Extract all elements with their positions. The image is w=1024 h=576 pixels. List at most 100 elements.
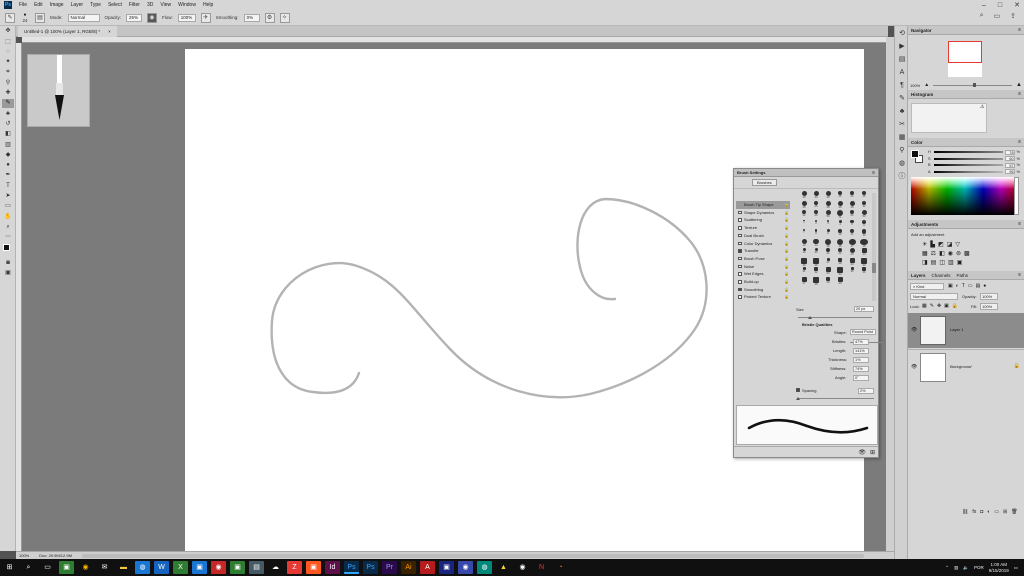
store-icon[interactable]: ▣ — [59, 561, 74, 574]
app-icon-2[interactable]: ▣ — [192, 561, 207, 574]
visibility-eye-icon[interactable]: 👁 — [911, 364, 917, 370]
close-icon[interactable]: ✕ — [1014, 1, 1020, 9]
histogram-panel-header[interactable]: Histogram ≡ — [908, 90, 1024, 99]
marquee-tool-icon[interactable]: ⬚ — [2, 38, 14, 47]
brush-tip-preset[interactable]: 32 — [858, 200, 870, 211]
brush-option-checkbox[interactable] — [738, 256, 742, 261]
libraries-icon[interactable]: ⚲ — [897, 146, 907, 156]
brush-tip-preset[interactable]: 2 — [810, 219, 822, 230]
new-layer-icon[interactable]: ⊞ — [1003, 509, 1007, 515]
notifications-icon[interactable]: ▭ — [1014, 565, 1018, 571]
brush-tip-preset[interactable]: 50 — [858, 210, 870, 220]
rectangle-tool-icon[interactable]: ▭ — [2, 202, 14, 211]
brush-tip-preset[interactable]: 25 — [858, 191, 870, 201]
menu-3d[interactable]: 3D — [147, 2, 153, 8]
app-icon-5[interactable]: ▤ — [249, 561, 264, 574]
quick-mask-icon[interactable]: ◙ — [2, 259, 14, 268]
photo-filter-icon[interactable]: ◉ — [948, 250, 953, 257]
brush-tip-preset[interactable]: 36 — [846, 200, 858, 211]
tool-presets-icon[interactable]: ✂ — [897, 120, 907, 130]
hue-saturation-icon[interactable]: ▦ — [922, 250, 928, 257]
photoshop-2-icon[interactable]: Ps — [363, 561, 378, 574]
brush-tip-preset[interactable]: 29 — [846, 257, 858, 268]
white-swatch[interactable] — [1014, 177, 1019, 215]
lock-icon[interactable]: 🔒 — [784, 224, 789, 232]
channel-value[interactable]: 96 — [1004, 169, 1015, 175]
acrobat-icon[interactable]: A — [420, 561, 435, 574]
clone-stamp-tool-icon[interactable]: ♣ — [2, 110, 14, 119]
color-balance-icon[interactable]: ⚖ — [931, 250, 936, 257]
lasso-tool-icon[interactable]: ◌ — [2, 48, 14, 57]
filter-smart-object-icon[interactable]: ▤ — [976, 283, 981, 289]
brush-option-row[interactable]: Wet Edges 🔒 — [736, 270, 790, 278]
channel-slider[interactable] — [934, 164, 1003, 167]
brush-tip-preset[interactable]: 17 — [846, 238, 858, 249]
menu-layer[interactable]: Layer — [71, 2, 84, 8]
brush-tip-preset[interactable]: 16 — [834, 238, 846, 249]
brush-tip-preset[interactable]: 71 — [834, 210, 846, 220]
app-icon-7[interactable]: ▣ — [306, 561, 321, 574]
history-brush-tool-icon[interactable]: ↺ — [2, 120, 14, 129]
bristles-field[interactable]: 47% — [853, 339, 869, 345]
brushes-button[interactable]: Brushes — [752, 179, 777, 186]
brush-option-row[interactable]: Transfer 🔒 — [736, 247, 790, 255]
spacing-slider[interactable] — [798, 398, 874, 399]
maximize-icon[interactable]: □ — [998, 2, 1002, 9]
brush-tool-icon[interactable]: ✎ — [2, 99, 14, 109]
posterize-icon[interactable]: ▤ — [931, 259, 937, 266]
brush-tip-preset[interactable]: 25 — [810, 200, 822, 211]
pressure-opacity-icon[interactable]: ◉ — [147, 12, 158, 23]
brush-tip-preset[interactable]: 36 — [858, 267, 870, 277]
curves-icon[interactable]: ◩ — [938, 241, 944, 248]
language-indicator[interactable]: POR — [974, 565, 984, 570]
brush-tip-preset[interactable]: 3 — [822, 219, 834, 230]
share-icon[interactable]: ⇪ — [1010, 12, 1016, 20]
layer-mask-icon[interactable]: ◘ — [980, 509, 983, 515]
brush-tip-preset[interactable]: 25 — [798, 257, 810, 268]
brush-tip-preset[interactable]: 36 — [834, 200, 846, 211]
brush-tip-preset[interactable]: 13 — [798, 238, 810, 249]
premiere-icon[interactable]: Pr — [382, 561, 397, 574]
brush-tip-preset[interactable]: 34 — [834, 267, 846, 277]
create-new-brush-icon[interactable]: ⊞ — [870, 449, 875, 456]
file-explorer-icon[interactable]: ▬ — [116, 561, 131, 574]
channel-value[interactable]: 78 — [1004, 149, 1015, 155]
layer-style-icon[interactable]: fx — [972, 509, 976, 515]
brush-tool-preset-icon[interactable]: ✎ — [5, 12, 15, 23]
brush-option-row[interactable]: Scattering 🔒 — [736, 216, 790, 224]
menu-window[interactable]: Window — [178, 2, 196, 8]
foreground-color-swatch[interactable] — [911, 150, 919, 158]
app-icon-12[interactable]: ◉ — [515, 561, 530, 574]
zoom-in-icon[interactable]: ▲ — [1016, 82, 1022, 88]
navigator-view-box[interactable] — [948, 41, 982, 63]
brush-tip-preset[interactable]: 32 — [798, 210, 810, 220]
brush-tip-preset[interactable]: 50 — [822, 210, 834, 220]
search-icon[interactable]: ⌕ — [980, 12, 984, 20]
properties-icon[interactable]: ▤ — [897, 55, 907, 65]
cloud-icon[interactable]: ☁ — [268, 561, 283, 574]
channel-slider[interactable] — [934, 151, 1003, 154]
brush-tip-preset[interactable]: 36 — [798, 200, 810, 211]
angle-field[interactable]: 0° — [853, 375, 869, 381]
panel-menu-icon[interactable]: ≡ — [1018, 271, 1021, 280]
length-field[interactable]: 141% — [853, 348, 869, 354]
chrome-icon[interactable]: ◉ — [78, 561, 93, 574]
channel-slider[interactable] — [934, 157, 1003, 160]
document-tab[interactable]: Untitled-1 @ 100% (Layer 1, RGB/8) * × — [18, 26, 117, 37]
lock-transparent-icon[interactable]: ▦ — [922, 303, 927, 309]
lock-icon[interactable]: 🔒 — [784, 232, 789, 240]
brush-option-checkbox[interactable] — [738, 295, 742, 299]
illustrator-icon[interactable]: Ai — [401, 561, 416, 574]
brush-option-checkbox[interactable] — [738, 272, 742, 276]
tab-paths[interactable]: Paths — [957, 271, 969, 280]
warning-icon[interactable]: ⚠ — [980, 104, 984, 110]
flow-field[interactable]: 100% — [177, 13, 196, 22]
lock-icon[interactable]: 🔒 — [784, 247, 789, 255]
slider-knob[interactable] — [808, 316, 812, 319]
brush-tip-preset[interactable]: 11 — [846, 229, 858, 239]
brush-tip-preset[interactable]: 25 — [810, 210, 822, 220]
brush-tip-preset[interactable]: 25 — [846, 191, 858, 201]
vibrance-icon[interactable]: ▽ — [955, 241, 960, 248]
new-adjustment-layer-icon[interactable]: ◐ — [987, 509, 990, 515]
stiffness-field[interactable]: 74% — [853, 366, 869, 372]
